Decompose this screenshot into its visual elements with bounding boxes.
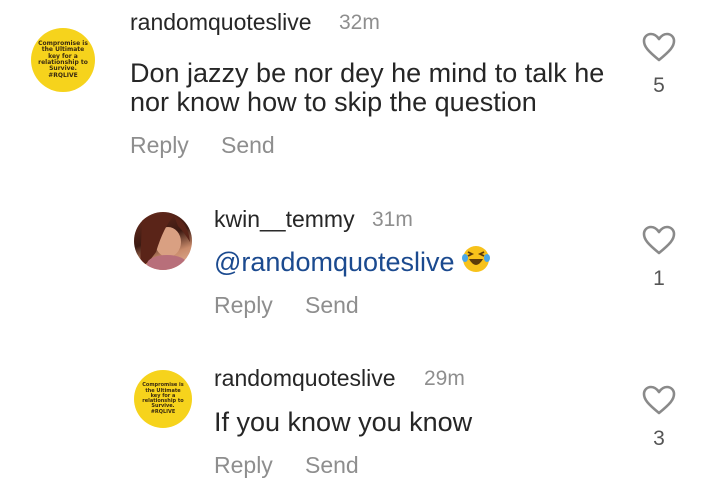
like-count: 1 [653, 267, 665, 290]
comment-timestamp: 29m [424, 367, 465, 390]
reply-button[interactable]: Reply [130, 132, 189, 159]
mention-link[interactable]: @randomquoteslive [214, 247, 455, 277]
comment-username[interactable]: randomquoteslive [130, 9, 312, 36]
reply-button[interactable]: Reply [214, 452, 273, 479]
laughing-with-tears-emoji-icon [461, 244, 491, 283]
comment-text-line-2: nor know how to skip the question [130, 87, 537, 117]
like-count: 3 [653, 427, 665, 450]
avatar[interactable]: Compromise is the Ultimate key for a rel… [134, 370, 192, 428]
comment-2: kwin__temmy 31m @randomquoteslive Reply … [0, 190, 720, 340]
avatar-quote-text: Compromise is the Ultimate key for a rel… [142, 382, 184, 415]
comment-text: @randomquoteslive [214, 244, 491, 283]
comment-3: Compromise is the Ultimate key for a rel… [0, 352, 720, 499]
comment-text: If you know you know [214, 407, 473, 437]
reply-button[interactable]: Reply [214, 292, 273, 319]
heart-outline-icon[interactable] [642, 32, 676, 62]
like-count: 5 [653, 74, 665, 97]
comment-timestamp: 32m [339, 11, 380, 34]
heart-outline-icon[interactable] [642, 385, 676, 415]
send-button[interactable]: Send [305, 292, 359, 319]
send-button[interactable]: Send [305, 452, 359, 479]
avatar[interactable] [134, 212, 192, 270]
profile-photo-icon [140, 214, 190, 270]
avatar-quote-text: Compromise is the Ultimate key for a rel… [38, 40, 88, 79]
comment-timestamp: 31m [372, 208, 413, 231]
avatar[interactable]: Compromise is the Ultimate key for a rel… [31, 28, 95, 92]
send-button[interactable]: Send [221, 132, 275, 159]
comment-username[interactable]: kwin__temmy [214, 206, 355, 233]
heart-outline-icon[interactable] [642, 225, 676, 255]
comment-username[interactable]: randomquoteslive [214, 365, 396, 392]
comment-1: Compromise is the Ultimate key for a rel… [0, 0, 720, 175]
